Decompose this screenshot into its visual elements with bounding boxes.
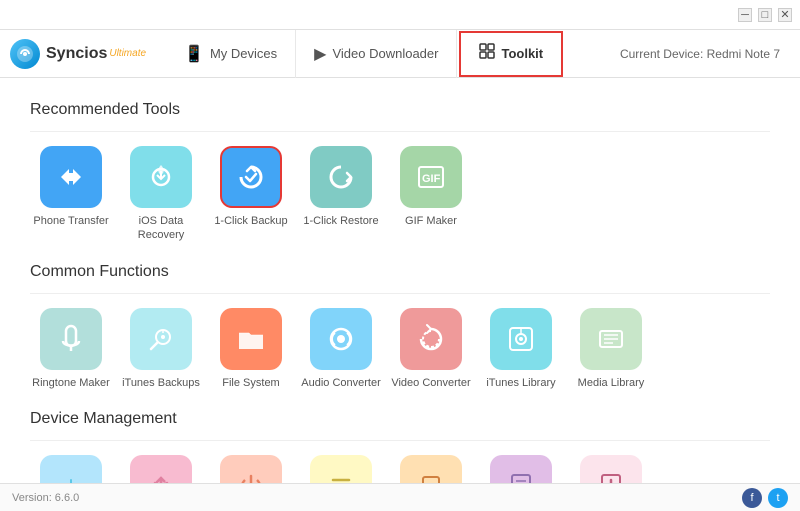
nav-toolkit[interactable]: Toolkit [459, 31, 563, 77]
version-text: Version: 6.6.0 [12, 492, 79, 504]
device-management-title: Device Management [30, 410, 770, 428]
tool-1click-restore[interactable]: 1-Click Restore [300, 146, 382, 243]
toolkit-label: Toolkit [501, 46, 543, 61]
reboot-icon-wrapper [130, 455, 192, 483]
real-time-log-icon-wrapper [490, 455, 552, 483]
tool-ringtone-maker[interactable]: Ringtone Maker [30, 308, 112, 390]
statusbar: Version: 6.6.0 f t [0, 483, 800, 511]
divider-2 [30, 293, 770, 294]
tool-real-time-log[interactable]: Real-Time Log [480, 455, 562, 483]
tool-ios-data-recovery[interactable]: iOS Data Recovery [120, 146, 202, 243]
nav-video-downloader[interactable]: ▶ Video Downloader [296, 30, 457, 78]
recommended-tools-section: Recommended Tools Phone Transfer [30, 101, 770, 243]
1click-restore-label: 1-Click Restore [303, 214, 378, 228]
video-converter-label: Video Converter [391, 376, 470, 390]
divider-3 [30, 440, 770, 441]
tool-itunes-library[interactable]: iTunes Library [480, 308, 562, 390]
tool-phone-transfer[interactable]: Phone Transfer [30, 146, 112, 243]
tool-file-system[interactable]: File System [210, 308, 292, 390]
my-devices-label: My Devices [210, 46, 277, 61]
tool-video-converter[interactable]: Video Converter [390, 308, 472, 390]
itunes-backups-label: iTunes Backups [122, 376, 200, 390]
device-management-section: Device Management Photo Stream [30, 410, 770, 483]
tool-audio-converter[interactable]: Audio Converter [300, 308, 382, 390]
twitter-button[interactable]: t [768, 488, 788, 508]
recommended-tools-title: Recommended Tools [30, 101, 770, 119]
mobile-hard-disk-icon-wrapper [400, 455, 462, 483]
device-management-grid: Photo Stream Reboot [30, 455, 770, 483]
clear-cache-icon-wrapper [310, 455, 372, 483]
main-content: Recommended Tools Phone Transfer [0, 78, 800, 483]
navbar: Syncios Ultimate 📱 My Devices ▶ Video Do… [0, 30, 800, 78]
crash-log-icon-wrapper [580, 455, 642, 483]
common-functions-section: Common Functions Ringtone Maker [30, 263, 770, 390]
current-device: Current Device: Redmi Note 7 [620, 47, 790, 61]
1click-backup-label: 1-Click Backup [214, 214, 287, 228]
video-downloader-label: Video Downloader [332, 46, 438, 61]
logo-text: Syncios [46, 45, 107, 63]
itunes-library-label: iTunes Library [486, 376, 555, 390]
ios-recovery-icon-wrapper [130, 146, 192, 208]
tool-clear-cache[interactable]: Clear Cache [300, 455, 382, 483]
my-devices-icon: 📱 [184, 44, 204, 64]
tool-mobile-hard-disk[interactable]: Mobile Hard Disk [390, 455, 472, 483]
video-converter-icon-wrapper [400, 308, 462, 370]
phone-transfer-icon-wrapper [40, 146, 102, 208]
logo-icon [10, 39, 40, 69]
toolkit-icon [479, 43, 495, 64]
app-logo: Syncios Ultimate [10, 39, 146, 69]
tool-photo-stream[interactable]: Photo Stream [30, 455, 112, 483]
audio-converter-label: Audio Converter [301, 376, 381, 390]
itunes-library-icon-wrapper [490, 308, 552, 370]
media-library-icon-wrapper [580, 308, 642, 370]
svg-text:GIF: GIF [422, 173, 441, 185]
tool-media-library[interactable]: Media Library [570, 308, 652, 390]
photo-stream-icon-wrapper [40, 455, 102, 483]
tool-shutdown[interactable]: Shutdown [210, 455, 292, 483]
file-system-icon-wrapper [220, 308, 282, 370]
video-downloader-icon: ▶ [314, 44, 326, 64]
tool-crash-log[interactable]: Crash Log [570, 455, 652, 483]
ringtone-maker-label: Ringtone Maker [32, 376, 110, 390]
shutdown-icon-wrapper [220, 455, 282, 483]
1click-restore-icon-wrapper [310, 146, 372, 208]
file-system-label: File System [222, 376, 279, 390]
tool-1click-backup[interactable]: 1-Click Backup [210, 146, 292, 243]
ios-recovery-label: iOS Data Recovery [120, 214, 202, 243]
minimize-btn[interactable]: ─ [738, 8, 752, 22]
common-functions-grid: Ringtone Maker iTunes Backups [30, 308, 770, 390]
social-links: f t [742, 488, 788, 508]
divider-1 [30, 131, 770, 132]
nav-items: 📱 My Devices ▶ Video Downloader Toolkit [166, 30, 620, 78]
common-functions-title: Common Functions [30, 263, 770, 281]
recommended-tools-grid: Phone Transfer iOS Data Recovery [30, 146, 770, 243]
logo-ultimate: Ultimate [109, 48, 146, 59]
facebook-button[interactable]: f [742, 488, 762, 508]
tool-gif-maker[interactable]: GIF GIF Maker [390, 146, 472, 243]
tool-itunes-backups[interactable]: iTunes Backups [120, 308, 202, 390]
ringtone-maker-icon-wrapper [40, 308, 102, 370]
titlebar: ─ □ ✕ [0, 0, 800, 30]
phone-transfer-label: Phone Transfer [33, 214, 108, 228]
media-library-label: Media Library [578, 376, 645, 390]
itunes-backups-icon-wrapper [130, 308, 192, 370]
gif-maker-icon-wrapper: GIF [400, 146, 462, 208]
audio-converter-icon-wrapper [310, 308, 372, 370]
tool-reboot[interactable]: Reboot [120, 455, 202, 483]
1click-backup-icon-wrapper [220, 146, 282, 208]
maximize-btn[interactable]: □ [758, 8, 772, 22]
gif-maker-label: GIF Maker [405, 214, 457, 228]
close-btn[interactable]: ✕ [778, 8, 792, 22]
nav-my-devices[interactable]: 📱 My Devices [166, 30, 296, 78]
